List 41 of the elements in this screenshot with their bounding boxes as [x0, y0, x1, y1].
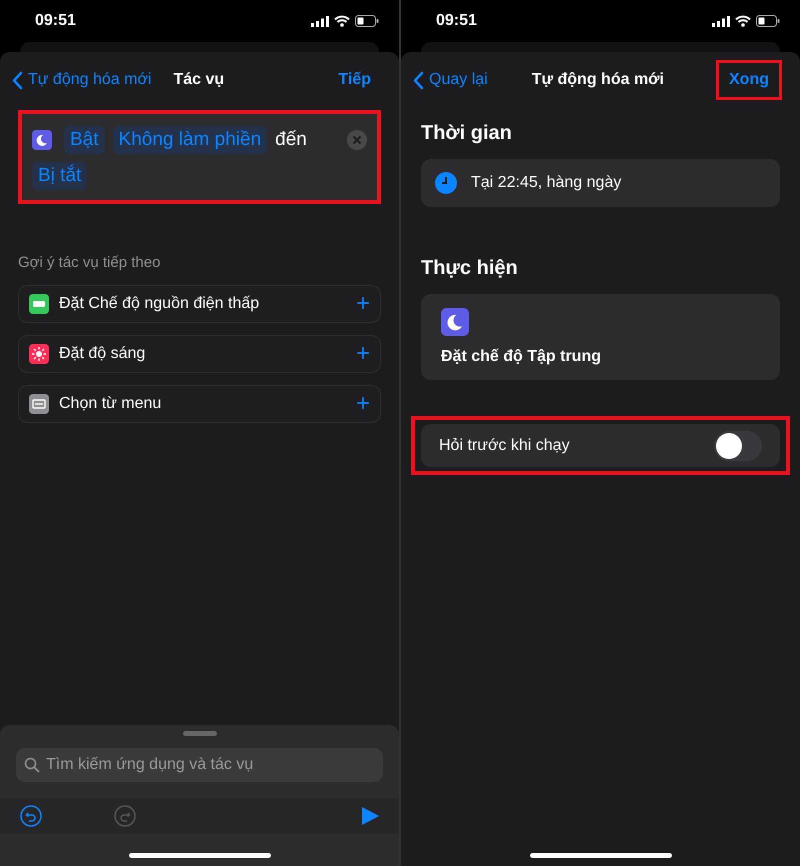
back-button[interactable]: Quay lại: [413, 70, 488, 90]
section-heading: Gợi ý tác vụ tiếp theo: [18, 254, 162, 271]
wifi-icon: [735, 15, 751, 27]
play-icon[interactable]: [361, 807, 379, 825]
variable-token[interactable]: Bật: [64, 126, 105, 154]
variable-token[interactable]: Không làm phiền: [112, 126, 268, 154]
search-field[interactable]: Tìm kiếm ứng dụng và tác vụ: [16, 748, 383, 782]
action-card[interactable]: Đặt chế độ Tập trung: [421, 294, 780, 380]
status-time: 09:51: [436, 12, 477, 30]
moon-icon: [32, 130, 52, 150]
battery-icon: [756, 15, 780, 27]
battery-icon: [355, 15, 379, 27]
nav-title: Tác vụ: [173, 71, 224, 89]
suggestion-row[interactable]: Đặt độ sáng +: [18, 335, 381, 373]
moon-icon: [441, 308, 469, 336]
back-chevron-icon: [413, 70, 424, 90]
section-heading: Thời gian: [421, 122, 513, 145]
section-heading: Thực hiện: [421, 257, 519, 280]
time-card[interactable]: Tại 22:45, hàng ngày: [421, 159, 780, 207]
signal-icon: [712, 16, 730, 26]
suggestion-row[interactable]: Chọn từ menu +: [18, 385, 381, 423]
nav-title: Tự động hóa mới: [532, 71, 664, 89]
clock-icon: [435, 172, 457, 194]
add-button[interactable]: +: [356, 340, 370, 368]
suggestion-row[interactable]: Đặt Chế độ nguồn điện thấp +: [18, 285, 381, 323]
done-button[interactable]: Xong: [719, 69, 779, 91]
drag-handle[interactable]: [182, 731, 216, 736]
toggle-switch[interactable]: [714, 430, 762, 460]
wifi-icon: [334, 15, 350, 27]
status-time: 09:51: [35, 12, 76, 30]
back-chevron-icon: [12, 70, 23, 90]
signal-icon: [311, 16, 329, 26]
back-button[interactable]: Tự động hóa mới: [12, 70, 152, 90]
add-button[interactable]: +: [356, 290, 370, 318]
add-button[interactable]: +: [356, 390, 370, 418]
search-icon: [24, 757, 40, 773]
setting-label: Hỏi trước khi chạy: [439, 436, 571, 454]
action-text: đến: [275, 129, 307, 151]
undo-icon[interactable]: [20, 805, 42, 827]
variable-token[interactable]: Bị tắt: [32, 162, 88, 190]
next-button[interactable]: Tiếp: [328, 69, 381, 91]
